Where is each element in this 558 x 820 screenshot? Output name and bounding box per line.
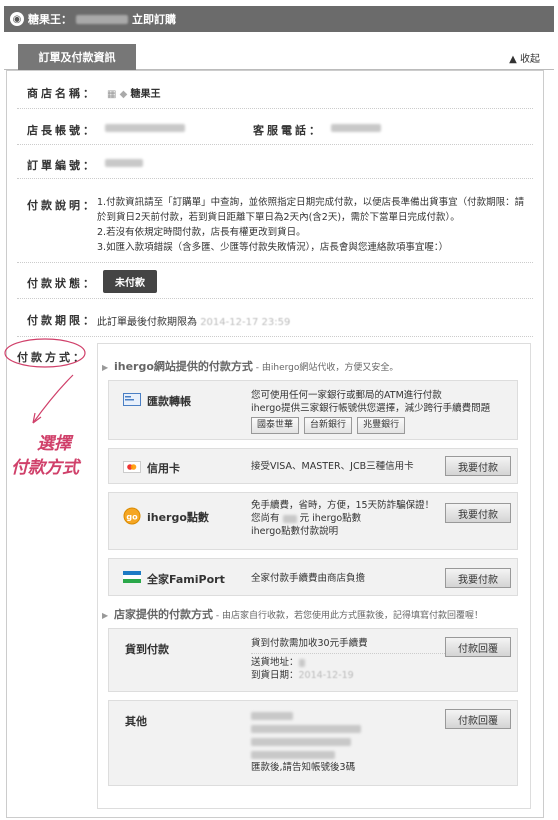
ihergo-points-help-link[interactable]: ihergo點數付款說明 [251,525,434,538]
cod-name: 貨到付款 [125,643,169,656]
famiport-logo-icon [123,571,141,586]
card-credit-card: 信用卡 接受VISA、MASTER、JCB三種信用卡 我要付款 [108,448,518,484]
cod-reply-button[interactable]: 付款回覆 [445,637,511,657]
credit-card-desc: 接受VISA、MASTER、JCB三種信用卡 [251,461,414,472]
payment-methods: ▶ ihergo網站提供的付款方式 - 由ihergo網站代收，方便又安全。 匯… [97,343,531,809]
field-label: 付款狀態： [27,277,97,290]
ihergo-points-pay-button[interactable]: 我要付款 [445,503,511,523]
store-name-value: ▦ ◆ 糖果王 [107,89,161,100]
hand-drawn-circle-arrow [4,338,86,424]
field-label: 訂單編號： [27,159,97,172]
row-order-number: 訂單編號： [17,145,533,179]
credit-card-icon [123,461,141,476]
ihergo-section-title: ▶ ihergo網站提供的付款方式 - 由ihergo網站代收，方便又安全。 [102,360,399,373]
store-badge-icon: ▦ [107,89,117,100]
order-number-value [105,158,143,169]
other-desc: 匯款後,請告知帳號後3碼 [251,709,361,774]
credit-card-pay-button[interactable]: 我要付款 [445,456,511,476]
field-label: 客服電話： [253,124,323,137]
triangle-right-icon: ▶ [102,611,109,620]
bank-mega-button[interactable]: 兆豐銀行 [357,417,406,434]
bank-cathay-button[interactable]: 國泰世華 [251,417,300,434]
bank-taishin-button[interactable]: 台新銀行 [304,417,353,434]
field-label: 付款說明： [27,199,97,212]
cod-desc: 貨到付款需加收30元手續費 送貨地址： 到貨日期：2014-12-19 [251,637,447,682]
payment-deadline-text: 此訂單最後付款期限為 2014-12-17 23:59 [97,317,291,328]
tab-bar: 訂單及付款資訊 ▲ 收起 [4,44,554,70]
owner-account-value [105,123,185,134]
row-owner-account: 店長帳號： 客服電話： [17,109,533,145]
order-now-link[interactable]: 立即訂購 [132,11,176,27]
bank-card-icon [123,393,141,409]
tab-order-payment-info[interactable]: 訂單及付款資訊 [18,44,136,70]
triangle-up-icon: ▲ [509,54,517,65]
payment-description: 1.付款資訊請至「訂購單」中查詢，並依照指定日期完成付款，以便店長準備出貨事宜（… [97,197,525,253]
row-payment-status: 付款狀態： 未付款 [17,263,533,299]
famiport-pay-button[interactable]: 我要付款 [445,568,511,588]
other-name: 其他 [125,715,147,728]
store-logo-icon: ◉ [10,12,24,26]
ihergo-points-name: ihergo點數 [147,511,209,524]
famiport-desc: 全家付款手續費由商店負擔 [251,573,366,584]
order-panel: 商店名稱： ▦ ◆ 糖果王 店長帳號： 客服電話： 訂單編號： 付款說明： 1.… [4,70,544,818]
annotation-text-1: 選擇 [37,434,71,454]
page-header: ◉ 糖果王： 立即訂購 [4,6,554,32]
payment-status-badge: 未付款 [103,270,157,293]
other-reply-button[interactable]: 付款回覆 [445,709,511,729]
diamond-icon: ◆ [119,89,128,100]
ihergo-points-desc: 免手續費，省時，方便，15天防詐騙保證！ 您尚有 元 ihergo點數 iher… [251,500,435,538]
row-store-name: 商店名稱： ▦ ◆ 糖果王 [17,71,533,109]
row-payment-description: 付款說明： 1.付款資訊請至「訂購單」中查詢，並依照指定日期完成付款，以便店長準… [17,179,533,263]
annotation-text-2: 付款方式 [11,458,79,478]
redacted-text [76,14,128,24]
field-label: 付款期限： [27,314,97,327]
field-label: 商店名稱： [27,87,97,100]
ihergo-coin-icon: go [123,507,141,528]
card-bank-transfer: 匯款轉帳 您可使用任何一家銀行或郵局的ATM進行付款 ihergo提供三家銀行帳… [108,380,518,440]
field-label: 店長帳號： [27,124,97,137]
collapse-button[interactable]: ▲ 收起 [509,50,540,65]
service-phone-value [331,123,381,134]
bank-transfer-desc: 您可使用任何一家銀行或郵局的ATM進行付款 ihergo提供三家銀行帳號供您選擇… [251,389,490,434]
famiport-name: 全家FamiPort [147,573,225,586]
collapse-label: 收起 [520,54,540,65]
credit-card-name: 信用卡 [147,462,180,475]
card-cash-on-delivery: 貨到付款 貨到付款需加收30元手續費 送貨地址： 到貨日期：2014-12-19… [108,628,518,692]
svg-text:go: go [126,513,138,522]
card-famiport: 全家FamiPort 全家付款手續費由商店負擔 我要付款 [108,558,518,596]
store-name: 糖果王： [28,13,72,26]
store-section-title: ▶ 店家提供的付款方式 - 由店家自行收款，若您使用此方式匯款後，記得填寫付款回… [102,608,483,621]
card-other: 其他 匯款後,請告知帳號後3碼 付款回覆 [108,700,518,786]
card-ihergo-points: go ihergo點數 免手續費，省時，方便，15天防詐騙保證！ 您尚有 元 i… [108,492,518,550]
bank-transfer-name: 匯款轉帳 [147,395,191,408]
row-payment-deadline: 付款期限： 此訂單最後付款期限為 2014-12-17 23:59 [17,299,533,337]
